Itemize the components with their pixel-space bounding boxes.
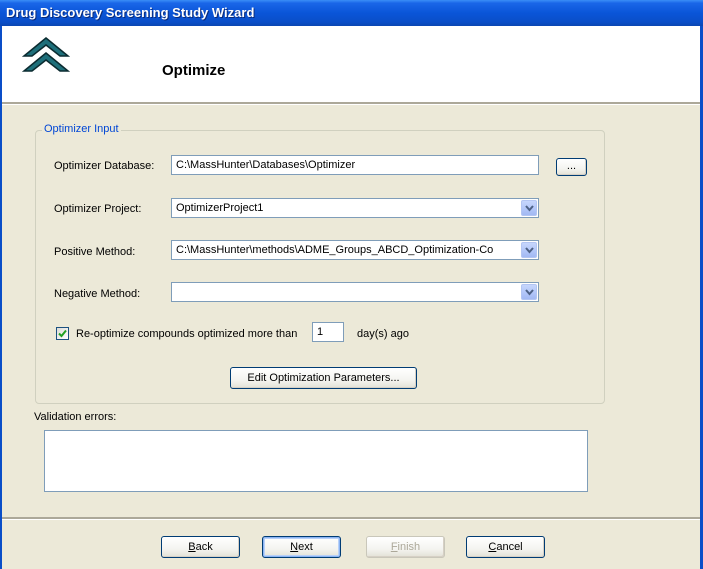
browse-database-button[interactable]: ... xyxy=(556,158,587,176)
title-bar[interactable]: Drug Discovery Screening Study Wizard xyxy=(0,0,703,26)
finish-mnemonic: F xyxy=(390,541,398,553)
double-chevron-up-logo-icon xyxy=(22,37,70,72)
negative-method-label: Negative Method: xyxy=(54,288,141,300)
optimizer-project-select[interactable]: OptimizerProject1 xyxy=(171,198,539,218)
back-button[interactable]: Back xyxy=(161,536,240,558)
optimizer-project-dropdown-button[interactable] xyxy=(521,200,537,216)
positive-method-select[interactable]: C:\MassHunter\methods\ADME_Groups_ABCD_O… xyxy=(171,240,539,260)
cancel-button[interactable]: Cancel xyxy=(466,536,545,558)
reoptimize-suffix-label: day(s) ago xyxy=(357,328,409,340)
window-title: Drug Discovery Screening Study Wizard xyxy=(6,5,255,20)
back-mnemonic: B xyxy=(188,541,196,553)
positive-method-dropdown-button[interactable] xyxy=(521,242,537,258)
checkmark-icon xyxy=(58,329,67,338)
window-border-left xyxy=(0,26,2,569)
chevron-down-icon xyxy=(525,289,534,296)
chevron-down-icon xyxy=(525,247,534,254)
negative-method-select[interactable] xyxy=(171,282,539,302)
cancel-label-rest: ancel xyxy=(496,541,523,553)
positive-method-value: C:\MassHunter\methods\ADME_Groups_ABCD_O… xyxy=(176,244,494,256)
validation-errors-label: Validation errors: xyxy=(34,411,117,423)
reoptimize-checkbox[interactable] xyxy=(56,327,69,340)
validation-errors-box[interactable] xyxy=(44,430,588,492)
next-button[interactable]: Next xyxy=(262,536,341,558)
page-title: Optimize xyxy=(162,62,226,79)
negative-method-dropdown-button[interactable] xyxy=(521,284,537,300)
finish-button[interactable]: Finish xyxy=(366,536,445,558)
optimizer-database-input[interactable]: C:\MassHunter\Databases\Optimizer xyxy=(171,155,539,175)
optimizer-project-label: Optimizer Project: xyxy=(54,203,142,215)
optimizer-database-label: Optimizer Database: xyxy=(54,160,155,172)
edit-optimization-parameters-button[interactable]: Edit Optimization Parameters... xyxy=(230,367,417,389)
next-mnemonic: N xyxy=(290,541,299,553)
footer-separator xyxy=(2,517,700,520)
reoptimize-label: Re-optimize compounds optimized more tha… xyxy=(76,328,298,340)
chevron-down-icon xyxy=(525,205,534,212)
optimizer-input-legend: Optimizer Input xyxy=(42,123,121,135)
next-label-rest: ext xyxy=(298,541,313,553)
wizard-header: Optimize xyxy=(2,26,700,102)
positive-method-label: Positive Method: xyxy=(54,246,136,258)
back-label-rest: ack xyxy=(195,541,213,553)
header-separator xyxy=(2,102,700,105)
optimizer-project-value: OptimizerProject1 xyxy=(176,202,264,214)
reoptimize-days-input[interactable]: 1 xyxy=(312,322,344,342)
finish-label-rest: inish xyxy=(397,541,421,553)
